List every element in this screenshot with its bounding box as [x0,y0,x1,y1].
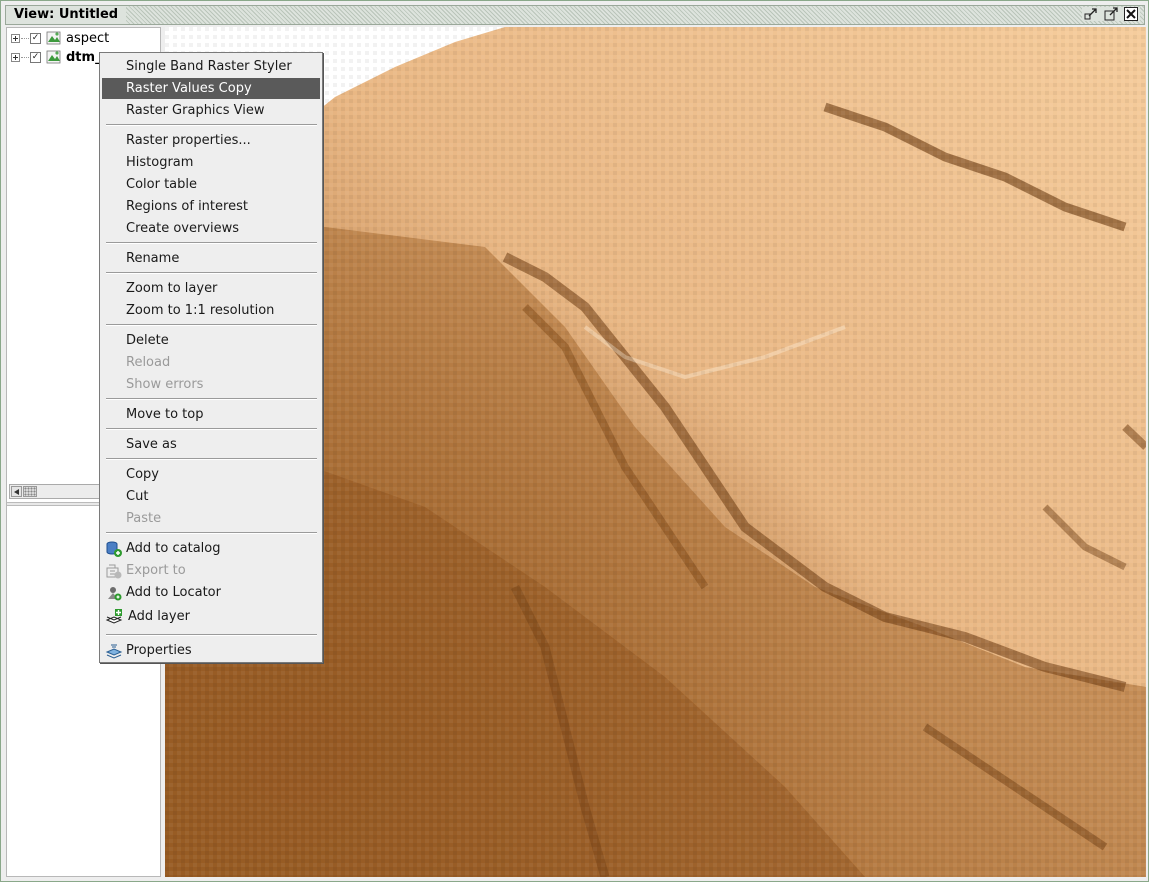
menu-item-move-to-top[interactable]: Move to top [102,404,320,425]
layer-row-dtm[interactable]: ✓ dtm_.. [11,48,111,66]
menu-item-add-to-catalog[interactable]: Add to catalog [102,538,320,559]
menu-item-add-layer[interactable]: Add layer [102,606,320,627]
layer-checkbox[interactable]: ✓ [30,32,41,44]
menu-item-label: Properties [126,643,192,658]
maximize-icon[interactable] [1104,7,1118,21]
close-icon[interactable] [1124,7,1138,21]
raster-layer-icon [46,50,61,64]
menu-item-export-to: Export to [102,560,320,581]
menu-item-zoom-to-1-1-resolution[interactable]: Zoom to 1:1 resolution [102,300,320,321]
menu-separator [106,398,317,400]
menu-separator [106,428,317,430]
menu-item-rename[interactable]: Rename [102,248,320,269]
menu-item-raster-properties[interactable]: Raster properties... [102,130,320,151]
menu-separator [106,242,317,244]
menu-item-delete[interactable]: Delete [102,330,320,351]
layer-context-menu: Single Band Raster Styler Raster Values … [99,52,323,663]
menu-separator [106,272,317,274]
menu-item-single-band-raster-styler[interactable]: Single Band Raster Styler [102,56,320,77]
menu-item-show-errors: Show errors [126,377,204,392]
menu-item-zoom-to-layer[interactable]: Zoom to layer [102,278,320,299]
layer-row-aspect[interactable]: ✓ aspect [11,29,109,47]
menu-separator [106,634,317,636]
menu-item-cut[interactable]: Cut [102,486,320,507]
menu-separator [106,458,317,460]
locator-icon [108,587,122,601]
title-bar[interactable]: View: Untitled [5,5,1145,25]
window-title: View: Untitled [6,6,127,24]
menu-item-raster-values-copy[interactable]: Raster Values Copy [102,78,320,99]
menu-item-raster-graphics-view[interactable]: Raster Graphics View [102,100,320,121]
expand-icon[interactable] [11,52,20,62]
layer-checkbox[interactable]: ✓ [30,51,41,63]
menu-item-label: Add to Locator [126,585,221,600]
export-icon [106,564,122,579]
expand-icon[interactable] [11,33,20,43]
raster-layer-icon [46,31,61,45]
layer-label[interactable]: aspect [66,31,109,46]
menu-separator [106,324,317,326]
database-add-icon [106,541,122,557]
menu-item-label: Add layer [128,609,190,624]
menu-item-create-overviews[interactable]: Create overviews [102,218,320,239]
menu-item-color-table[interactable]: Color table [102,174,320,195]
menu-item-label: Export to [126,563,186,578]
restore-icon[interactable] [1084,7,1098,21]
add-layer-icon [105,609,123,624]
properties-icon [105,644,123,659]
menu-item-add-to-locator[interactable]: Add to Locator [102,582,320,603]
menu-item-reload: Reload [126,355,171,370]
menu-item-paste: Paste [126,511,162,526]
menu-item-label: Add to catalog [126,541,221,556]
menu-item-histogram[interactable]: Histogram [102,152,320,173]
menu-item-copy[interactable]: Copy [102,464,320,485]
menu-item-properties[interactable]: Properties [102,640,320,661]
menu-separator [106,124,317,126]
menu-item-save-as[interactable]: Save as [102,434,320,455]
scroll-thumb[interactable] [23,486,37,497]
menu-item-regions-of-interest[interactable]: Regions of interest [102,196,320,217]
menu-separator [106,532,317,534]
scroll-left-icon[interactable] [11,486,22,497]
